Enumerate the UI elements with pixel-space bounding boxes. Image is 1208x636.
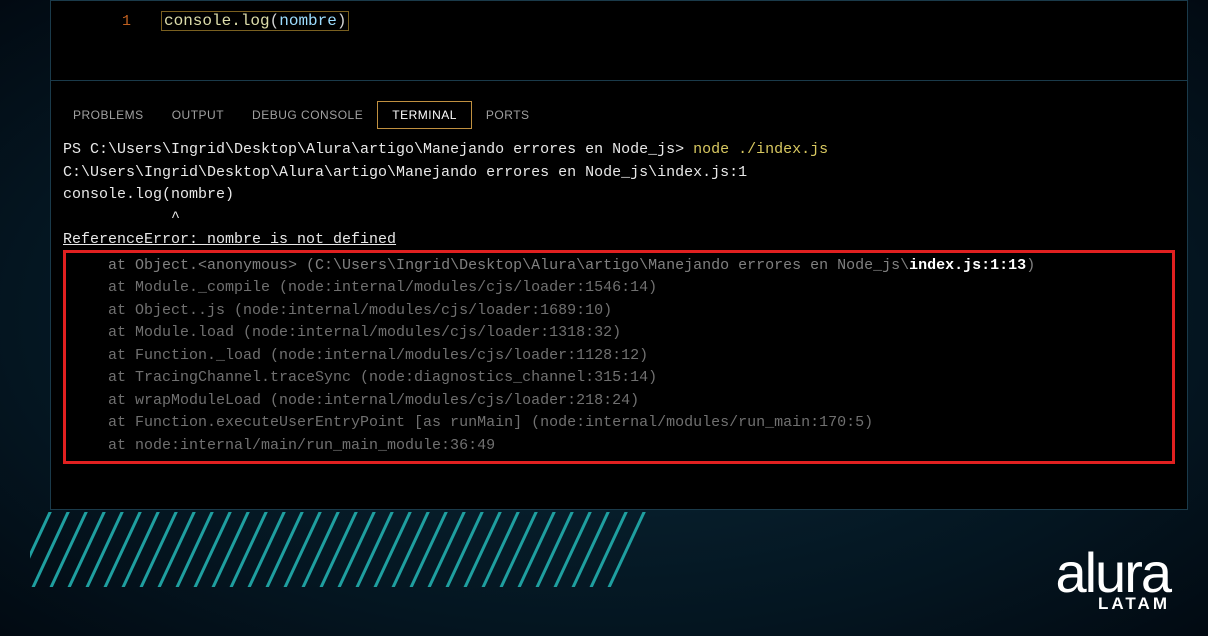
- code-line: 1 console.log(nombre): [51, 9, 1187, 33]
- stack-trace-highlight: at Object.<anonymous> (C:\Users\Ingrid\D…: [63, 250, 1175, 465]
- terminal-command: node ./index.js: [693, 141, 828, 158]
- tab-output[interactable]: OUTPUT: [158, 102, 238, 128]
- stack-frame: at Function._load (node:internal/modules…: [72, 345, 1166, 368]
- stack-frame: at wrapModuleLoad (node:internal/modules…: [72, 390, 1166, 413]
- stack-frame: at TracingChannel.traceSync (node:diagno…: [72, 367, 1166, 390]
- error-header: ReferenceError: nombre is not defined: [63, 229, 1175, 252]
- decorative-hatch: [30, 512, 650, 587]
- terminal-output[interactable]: PS C:\Users\Ingrid\Desktop\Alura\artigo\…: [51, 131, 1187, 472]
- tab-terminal[interactable]: TERMINAL: [377, 101, 472, 129]
- stack-frame: at Object..js (node:internal/modules/cjs…: [72, 300, 1166, 323]
- stack-frame: at Module._compile (node:internal/module…: [72, 277, 1166, 300]
- terminal-line: console.log(nombre): [63, 184, 1175, 207]
- stack-frame: at Function.executeUserEntryPoint [as ru…: [72, 412, 1166, 435]
- brand-logo: alura LATAM: [1055, 548, 1170, 614]
- tab-problems[interactable]: PROBLEMS: [59, 102, 158, 128]
- tab-debug-console[interactable]: DEBUG CONSOLE: [238, 102, 377, 128]
- panel-tabs: PROBLEMS OUTPUT DEBUG CONSOLE TERMINAL P…: [51, 81, 1187, 131]
- terminal-line: C:\Users\Ingrid\Desktop\Alura\artigo\Man…: [63, 162, 1175, 185]
- tab-ports[interactable]: PORTS: [472, 102, 544, 128]
- stack-frame: at node:internal/main/run_main_module:36…: [72, 435, 1166, 458]
- ide-window: 1 console.log(nombre) PROBLEMS OUTPUT DE…: [50, 0, 1188, 510]
- code-editor[interactable]: 1 console.log(nombre): [51, 1, 1187, 81]
- line-number: 1: [51, 13, 161, 30]
- terminal-prompt-line: PS C:\Users\Ingrid\Desktop\Alura\artigo\…: [63, 139, 1175, 162]
- stack-frame: at Module.load (node:internal/modules/cj…: [72, 322, 1166, 345]
- terminal-caret: ^: [63, 207, 1175, 230]
- brand-main: alura: [1055, 548, 1170, 598]
- code-content: console.log(nombre): [161, 11, 349, 31]
- stack-frame: at Object.<anonymous> (C:\Users\Ingrid\D…: [72, 255, 1166, 278]
